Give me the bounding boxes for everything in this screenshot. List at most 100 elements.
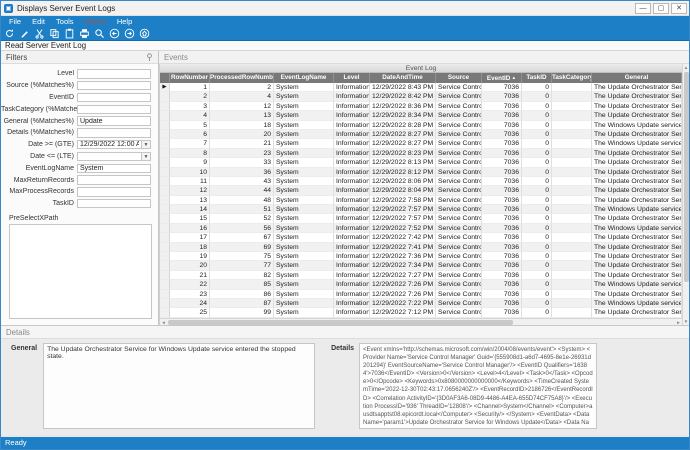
- table-row[interactable]: 1656SystemInformation12/29/2022 7:52 PMS…: [160, 224, 682, 233]
- table-row[interactable]: 1348SystemInformation12/29/2022 7:58 PMS…: [160, 196, 682, 205]
- refresh-icon[interactable]: [3, 27, 16, 40]
- search-icon[interactable]: [93, 27, 106, 40]
- table-row[interactable]: 1552SystemInformation12/29/2022 7:57 PMS…: [160, 214, 682, 223]
- scroll-down-icon[interactable]: ▼: [684, 318, 688, 325]
- general-text-box[interactable]: The Update Orchestrator Service for Wind…: [43, 343, 315, 429]
- row-selector-cell[interactable]: ▶: [160, 83, 170, 92]
- row-selector-cell[interactable]: [160, 261, 170, 270]
- filter-input-event_id[interactable]: [77, 93, 151, 103]
- row-selector-cell[interactable]: [160, 111, 170, 120]
- row-selector-cell[interactable]: [160, 252, 170, 261]
- home-icon[interactable]: [138, 27, 151, 40]
- filter-input-task_category[interactable]: [77, 105, 151, 115]
- row-selector-cell[interactable]: [160, 196, 170, 205]
- row-selector-cell[interactable]: [160, 280, 170, 289]
- filter-input-level[interactable]: [77, 69, 151, 79]
- table-row[interactable]: 933SystemInformation12/29/2022 8:13 PMSe…: [160, 158, 682, 167]
- table-row[interactable]: 312SystemInformation12/29/2022 8:36 PMSe…: [160, 102, 682, 111]
- maximize-button[interactable]: ▢: [653, 3, 669, 14]
- table-row[interactable]: 24SystemInformation12/29/2022 8:42 PMSer…: [160, 92, 682, 101]
- hscroll-thumb[interactable]: [168, 320, 513, 325]
- paste-icon[interactable]: [63, 27, 76, 40]
- row-selector-cell[interactable]: [160, 233, 170, 242]
- table-row[interactable]: 2077SystemInformation12/29/2022 7:34 PMS…: [160, 261, 682, 270]
- row-selector-cell[interactable]: [160, 149, 170, 158]
- column-header-eventid[interactable]: EventID ▲: [482, 73, 522, 83]
- row-selector-cell[interactable]: [160, 205, 170, 214]
- column-header-general[interactable]: General: [592, 73, 682, 83]
- cut-icon[interactable]: [33, 27, 46, 40]
- table-row[interactable]: 721SystemInformation12/29/2022 8:27 PMSe…: [160, 139, 682, 148]
- chevron-down-icon[interactable]: ▼: [142, 152, 151, 162]
- column-header-eventlogname[interactable]: EventLogName: [274, 73, 334, 83]
- print-icon[interactable]: [78, 27, 91, 40]
- back-icon[interactable]: [108, 27, 121, 40]
- menu-item-help[interactable]: Help: [112, 16, 137, 27]
- table-row[interactable]: 1244SystemInformation12/29/2022 8:04 PMS…: [160, 186, 682, 195]
- chevron-down-icon[interactable]: ▼: [142, 140, 151, 150]
- row-selector-cell[interactable]: [160, 224, 170, 233]
- scroll-up-icon[interactable]: ▲: [684, 64, 688, 71]
- table-row[interactable]: 518SystemInformation12/29/2022 8:28 PMSe…: [160, 121, 682, 130]
- filter-input-source[interactable]: [77, 81, 151, 91]
- row-selector-cell[interactable]: [160, 299, 170, 308]
- table-row[interactable]: ▶12SystemInformation12/29/2022 8:43 PMSe…: [160, 83, 682, 92]
- row-selector-cell[interactable]: [160, 214, 170, 223]
- table-row[interactable]: 620SystemInformation12/29/2022 8:27 PMSe…: [160, 130, 682, 139]
- column-header-taskid[interactable]: TaskID: [522, 73, 552, 83]
- filter-input-max_return_records[interactable]: [77, 175, 151, 185]
- vertical-scrollbar[interactable]: ▲ ▼: [682, 64, 689, 325]
- column-header-processedrownumber[interactable]: ProcessedRowNumber: [210, 73, 274, 83]
- column-header-level[interactable]: Level: [334, 73, 370, 83]
- table-row[interactable]: 2182SystemInformation12/29/2022 7:27 PMS…: [160, 271, 682, 280]
- menu-item-file[interactable]: File: [4, 16, 26, 27]
- table-row[interactable]: 1451SystemInformation12/29/2022 7:57 PMS…: [160, 205, 682, 214]
- row-selector-cell[interactable]: [160, 308, 170, 317]
- horizontal-scrollbar[interactable]: ◄ ►: [160, 318, 682, 325]
- menu-item-tools[interactable]: Tools: [51, 16, 79, 27]
- table-row[interactable]: 1869SystemInformation12/29/2022 7:41 PMS…: [160, 243, 682, 252]
- table-row[interactable]: 2386SystemInformation12/29/2022 7:26 PMS…: [160, 290, 682, 299]
- close-button[interactable]: ✕: [671, 3, 687, 14]
- filter-input-details[interactable]: [77, 128, 151, 138]
- table-row[interactable]: 1975SystemInformation12/29/2022 7:36 PMS…: [160, 252, 682, 261]
- filter-input-date_gte[interactable]: [77, 140, 142, 150]
- table-row[interactable]: 2285SystemInformation12/29/2022 7:26 PMS…: [160, 280, 682, 289]
- row-selector-cell[interactable]: [160, 121, 170, 130]
- table-row[interactable]: 2487SystemInformation12/29/2022 7:22 PMS…: [160, 299, 682, 308]
- row-selector-cell[interactable]: [160, 290, 170, 299]
- row-selector-cell[interactable]: [160, 102, 170, 111]
- row-selector-cell[interactable]: [160, 177, 170, 186]
- filter-input-date_lte[interactable]: [77, 152, 142, 162]
- pin-icon[interactable]: [146, 53, 153, 62]
- scroll-right-icon[interactable]: ►: [675, 320, 682, 325]
- vscroll-thumb[interactable]: [684, 72, 689, 282]
- column-header-dateandtime[interactable]: DateAndTime: [370, 73, 436, 83]
- table-row[interactable]: 1767SystemInformation12/29/2022 7:42 PMS…: [160, 233, 682, 242]
- row-selector-cell[interactable]: [160, 168, 170, 177]
- copy-icon[interactable]: [48, 27, 61, 40]
- column-header-taskcategory[interactable]: TaskCategory: [552, 73, 592, 83]
- table-row[interactable]: 1036SystemInformation12/29/2022 8:12 PMS…: [160, 168, 682, 177]
- details-text-box[interactable]: <Event xmlns='http://schemas.microsoft.c…: [359, 343, 597, 429]
- row-selector-cell[interactable]: [160, 243, 170, 252]
- table-row[interactable]: 2599SystemInformation12/29/2022 7:12 PMS…: [160, 308, 682, 317]
- row-selector-cell[interactable]: [160, 130, 170, 139]
- table-row[interactable]: 413SystemInformation12/29/2022 8:34 PMSe…: [160, 111, 682, 120]
- forward-icon[interactable]: [123, 27, 136, 40]
- filter-input-task_id[interactable]: [77, 199, 151, 209]
- row-selector-cell[interactable]: [160, 139, 170, 148]
- column-header-source[interactable]: Source: [436, 73, 482, 83]
- row-selector-cell[interactable]: [160, 92, 170, 101]
- row-selector-cell[interactable]: [160, 158, 170, 167]
- table-row[interactable]: 823SystemInformation12/29/2022 8:23 PMSe…: [160, 149, 682, 158]
- menu-item-edit[interactable]: Edit: [27, 16, 50, 27]
- edit-icon[interactable]: [18, 27, 31, 40]
- column-header-rownumber[interactable]: RowNumber: [170, 73, 210, 83]
- minimize-button[interactable]: —: [635, 3, 651, 14]
- scroll-left-icon[interactable]: ◄: [160, 320, 167, 325]
- filter-input-event_log_name[interactable]: [77, 164, 151, 174]
- preselectxpath-input[interactable]: [9, 224, 152, 319]
- row-selector-cell[interactable]: [160, 186, 170, 195]
- filter-input-general[interactable]: [77, 116, 151, 126]
